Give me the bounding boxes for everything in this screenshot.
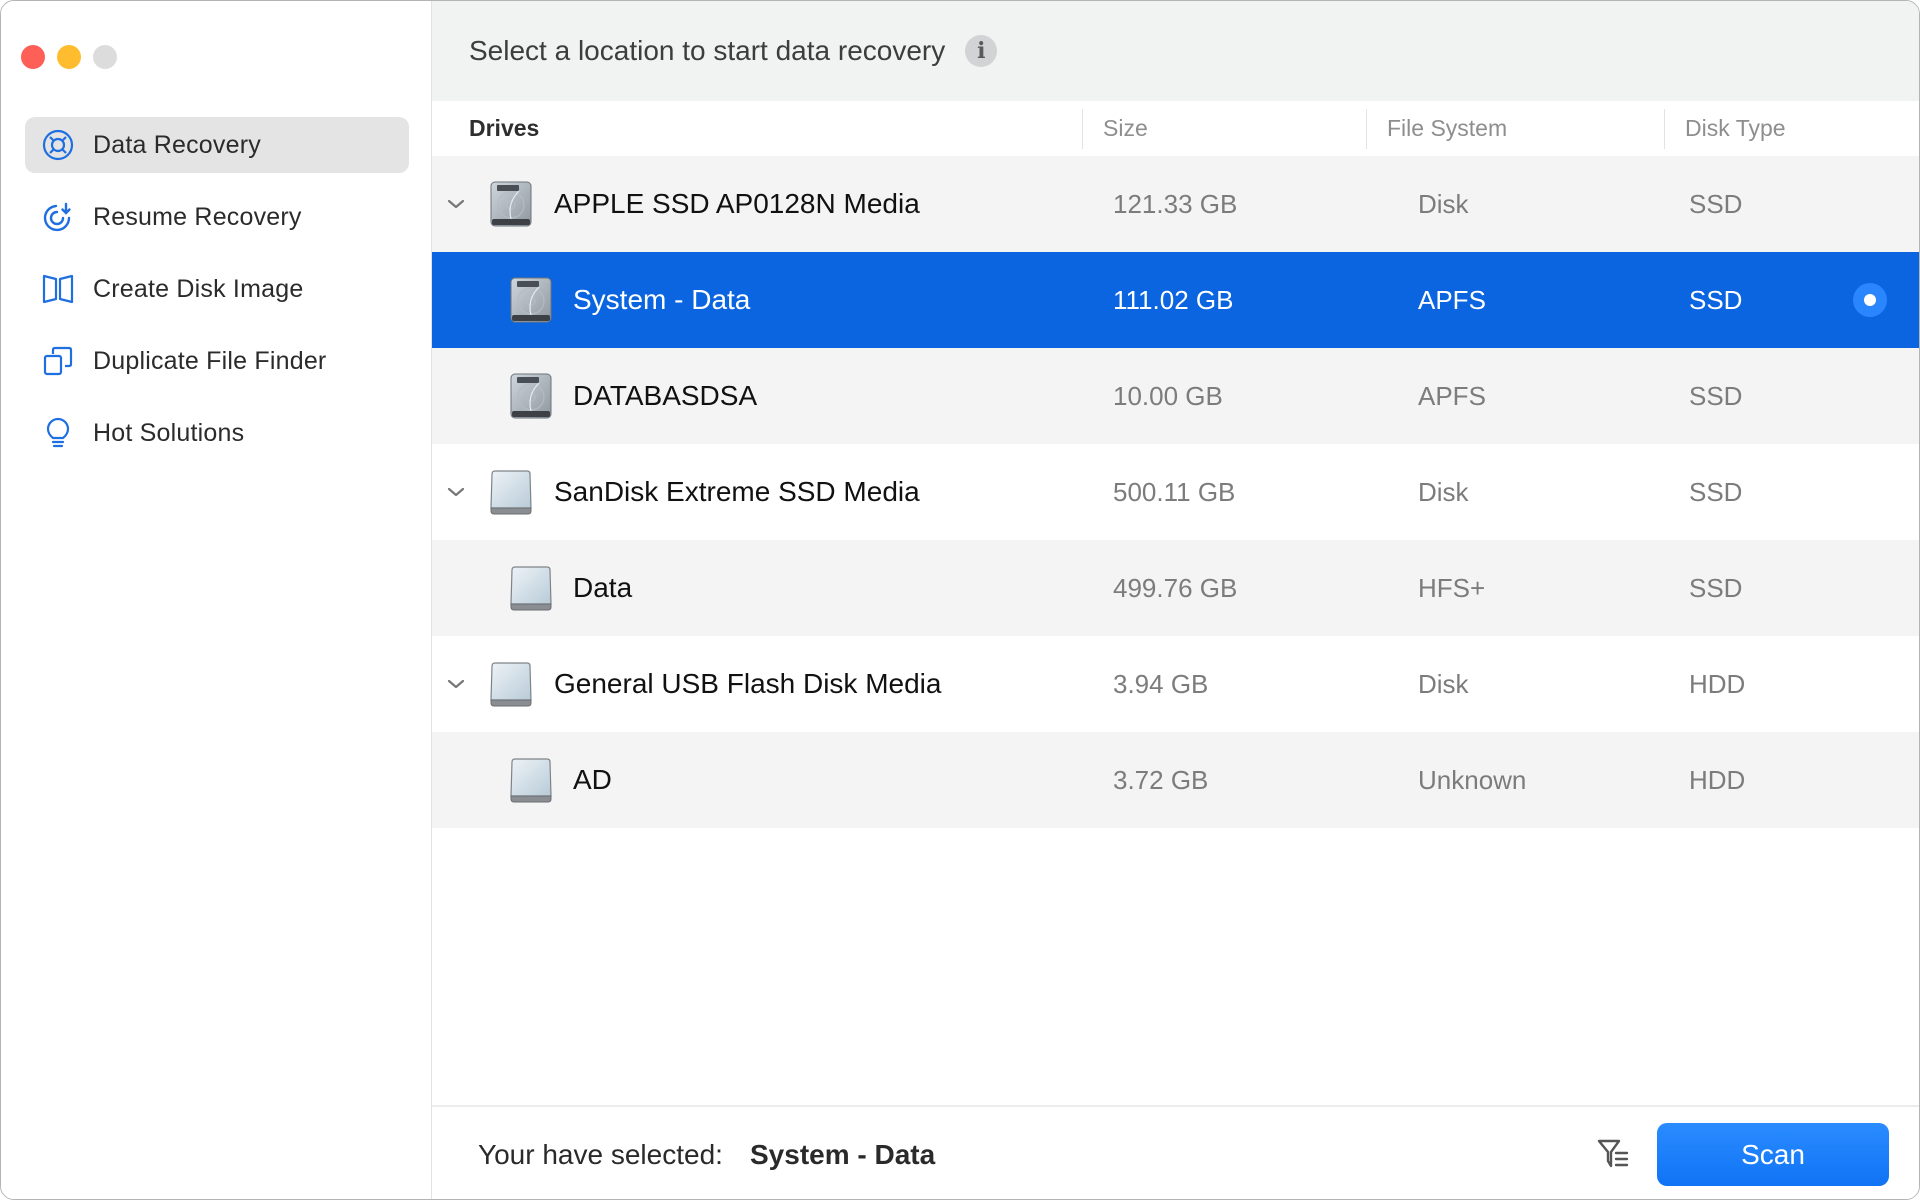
drive-disk-type: HDD [1689,764,1746,795]
window-controls [21,45,117,69]
radio-dot [1864,294,1876,306]
drive-file-system: APFS [1418,380,1486,411]
column-header-size[interactable]: Size [1103,101,1148,156]
sidebar-item-data-recovery[interactable]: Data Recovery [25,117,409,173]
sidebar-item-create-disk-image[interactable]: Create Disk Image [25,261,409,317]
drive-row[interactable]: System - Data 111.02 GB APFS SSD [432,252,1919,348]
drive-disk-type: SSD [1689,476,1743,507]
drive-row[interactable]: DATABASDSA 10.00 GB APFS SSD [432,348,1919,444]
lightbulb-icon [41,416,75,450]
resume-icon [41,200,75,234]
drive-disk-type: SSD [1689,380,1743,411]
sidebar-item-duplicate-file-finder[interactable]: Duplicate File Finder [25,333,409,389]
column-header-disk-type[interactable]: Disk Type [1685,101,1786,156]
filter-icon[interactable] [1596,1135,1632,1171]
drive-size: 3.94 GB [1113,668,1209,699]
column-divider[interactable] [1366,109,1367,149]
selected-drive-name: System - Data [750,1139,936,1170]
drive-name: DATABASDSA [573,380,758,411]
sidebar-item-label: Data Recovery [93,130,261,159]
drive-name: APPLE SSD AP0128N Media [554,188,920,219]
page-title: Select a location to start data recovery [469,35,946,66]
drive-name: Data [573,572,633,603]
drive-row[interactable]: Data 499.76 GB HFS+ SSD [432,540,1919,636]
drive-disk-type: SSD [1689,284,1743,315]
drive-size: 121.33 GB [1113,188,1238,219]
drive-name: General USB Flash Disk Media [554,668,942,699]
drive-file-system: Disk [1418,476,1469,507]
header: Select a location to start data recovery… [432,1,1919,101]
external-disk-icon [510,566,552,611]
column-header-drives[interactable]: Drives [469,101,539,156]
drive-row[interactable]: AD 3.72 GB Unknown HDD [432,732,1919,828]
zoom-window-button[interactable] [93,45,117,69]
table-header: Drives Size File System Disk Type [432,101,1919,156]
sidebar-item-resume-recovery[interactable]: Resume Recovery [25,189,409,245]
column-divider[interactable] [1082,109,1083,149]
chevron-down-icon[interactable] [444,192,468,216]
drive-file-system: APFS [1418,284,1486,315]
drives-list: APPLE SSD AP0128N Media 121.33 GB Disk SSD S… [432,156,1919,828]
drive-name: SanDisk Extreme SSD Media [554,476,920,507]
selected-label: Your have selected: [478,1139,723,1170]
drive-disk-type: SSD [1689,188,1743,219]
drive-disk-type: HDD [1689,668,1746,699]
app-window: Data Recovery Resume Recovery Create Dis… [0,0,1920,1200]
chevron-down-icon[interactable] [444,480,468,504]
drive-file-system: Disk [1418,668,1469,699]
drive-size: 111.02 GB [1113,284,1234,315]
drive-file-system: HFS+ [1418,572,1486,603]
drive-size: 3.72 GB [1113,764,1209,795]
duplicate-icon [41,344,75,378]
sidebar-nav: Data Recovery Resume Recovery Create Dis… [25,117,409,477]
sidebar-item-label: Hot Solutions [93,418,245,447]
external-disk-icon [510,758,552,803]
drive-disk-type: SSD [1689,572,1743,603]
drive-name: System - Data [573,284,751,315]
sidebar-item-hot-solutions[interactable]: Hot Solutions [25,405,409,461]
internal-disk-icon [510,277,552,323]
minimize-window-button[interactable] [57,45,81,69]
sidebar: Data Recovery Resume Recovery Create Dis… [1,1,432,1199]
internal-disk-icon [490,181,532,227]
sidebar-item-label: Duplicate File Finder [93,346,327,375]
external-disk-icon [490,470,532,515]
internal-disk-icon [510,373,552,419]
drive-size: 499.76 GB [1113,572,1238,603]
selected-radio[interactable] [1853,283,1887,317]
column-divider[interactable] [1664,109,1665,149]
main-panel: Select a location to start data recovery… [432,1,1919,1199]
drive-file-system: Disk [1418,188,1469,219]
chevron-down-icon[interactable] [444,672,468,696]
drive-row[interactable]: SanDisk Extreme SSD Media 500.11 GB Disk SS… [432,444,1919,540]
drive-row[interactable]: General USB Flash Disk Media 3.94 GB Disk H… [432,636,1919,732]
footer: Your have selected: System - Data Scan [432,1105,1919,1199]
info-icon[interactable]: i [965,35,998,67]
drive-file-system: Unknown [1418,764,1527,795]
sidebar-item-label: Create Disk Image [93,274,304,303]
drive-row[interactable]: APPLE SSD AP0128N Media 121.33 GB Disk SSD [432,156,1919,252]
disk-image-icon [41,272,75,306]
sidebar-item-label: Resume Recovery [93,202,302,231]
scan-button[interactable]: Scan [1657,1123,1889,1186]
drive-size: 10.00 GB [1113,380,1223,411]
drive-size: 500.11 GB [1113,476,1236,507]
column-header-file-system[interactable]: File System [1387,101,1507,156]
lifebuoy-icon [41,128,75,162]
external-disk-icon [490,662,532,707]
close-window-button[interactable] [21,45,45,69]
drive-name: AD [573,764,612,795]
